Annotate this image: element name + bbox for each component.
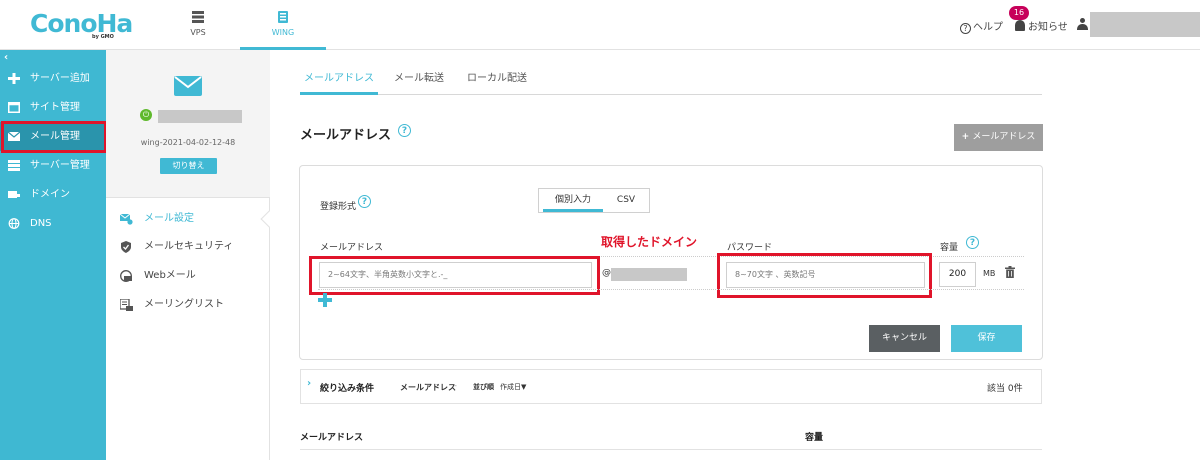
wing-icon	[278, 11, 288, 23]
add-row-plus-icon[interactable]	[318, 293, 332, 307]
sidebar-item-site[interactable]: サイト管理	[0, 93, 106, 122]
mail-tabs: メールアドレス メール転送 ローカル配送	[300, 70, 1042, 95]
topnav-vps-label: VPS	[190, 28, 206, 37]
mail-settings-icon	[120, 213, 133, 225]
row-divider	[318, 289, 1024, 290]
registration-mode-switch: 個別入力 CSV	[538, 188, 650, 213]
list-col-capacity: 容量	[805, 433, 824, 443]
help-icon: ?	[960, 23, 971, 34]
sidebar-item-label: ドメイン	[30, 189, 70, 200]
help-label: ヘルプ	[973, 22, 1003, 33]
submenu-mail-security[interactable]: メールセキュリティ	[120, 237, 260, 257]
shield-check-icon	[121, 241, 131, 253]
save-button[interactable]: 保存	[951, 325, 1022, 352]
capacity-input[interactable]: 200	[939, 262, 976, 287]
domain-redacted	[611, 268, 687, 281]
sidebar: ‹ サーバー追加 サイト管理 メール管理 サーバー管理 ドメイン DNS	[0, 50, 106, 460]
sidebar-item-label: DNS	[30, 218, 52, 229]
registration-label: 登録形式	[320, 202, 357, 212]
user-name-redacted[interactable]	[1090, 12, 1200, 37]
mode-csv[interactable]: CSV	[605, 189, 647, 212]
server-icon	[8, 160, 20, 171]
filter-field: メールアドレス	[400, 383, 456, 392]
address-column-label: メールアドレス	[320, 243, 384, 253]
sidebar-item-label: サイト管理	[30, 102, 80, 113]
topnav-wing-label: WING	[271, 28, 295, 37]
filter-dash: -	[454, 381, 457, 390]
trash-icon[interactable]	[1005, 266, 1015, 278]
sort-label: 並び順	[473, 383, 494, 391]
sidebar-item-label: サーバー管理	[30, 160, 90, 171]
envelope-icon	[174, 76, 202, 96]
password-input[interactable]: 8~70文字 、英数記号	[726, 262, 925, 288]
notice-label: お知らせ	[1028, 22, 1068, 33]
page-title: メールアドレス	[300, 128, 392, 143]
topnav-vps[interactable]: VPS	[155, 0, 241, 50]
submenu-label: メーリングリスト	[144, 299, 224, 310]
submenu-label: メールセキュリティ	[144, 241, 234, 252]
tab-local-delivery[interactable]: ローカル配送	[462, 70, 532, 95]
switch-button[interactable]: 切り替え	[160, 158, 217, 174]
filter-title: 絞り込み条件	[320, 384, 375, 394]
topnav-wing[interactable]: WING	[240, 0, 326, 50]
mail-menu-highlight	[1, 121, 107, 153]
capacity-help-icon[interactable]: ?	[966, 236, 979, 249]
domain-icon	[8, 191, 20, 198]
tab-mail-forward[interactable]: メール転送	[388, 70, 450, 95]
registration-help-icon[interactable]: ?	[358, 195, 371, 208]
submenu-label: Webメール	[144, 270, 196, 281]
result-count: 該当 0件	[987, 384, 1023, 394]
plus-icon	[8, 73, 20, 84]
submenu-mailing-list[interactable]: メーリングリスト	[120, 295, 260, 315]
mailing-list-icon	[120, 299, 133, 311]
at-sign: @	[602, 268, 611, 278]
mail-address-input[interactable]: 2~64文字、半角英数小文字と.-_	[319, 262, 592, 288]
sidebar-item-server-add[interactable]: サーバー追加	[0, 64, 106, 93]
logo-text: ConoHa	[30, 9, 133, 38]
power-icon: ⏻	[140, 109, 152, 121]
annotation-domain-label: 取得したドメイン	[601, 235, 698, 249]
user-icon[interactable]	[1077, 18, 1088, 30]
capacity-column-label: 容量	[940, 243, 959, 253]
logo-sub: by GMO	[92, 34, 114, 40]
sidebar-item-domain[interactable]: ドメイン	[0, 180, 106, 209]
notice-link[interactable]: お知らせ	[1015, 18, 1068, 33]
list-col-address: メールアドレス	[300, 433, 364, 443]
conoha-logo[interactable]: ConoHa by GMO	[30, 9, 133, 41]
cancel-button[interactable]: キャンセル	[869, 325, 940, 352]
globe-icon	[8, 218, 20, 229]
submenu-label: メール設定	[144, 213, 194, 224]
title-help-icon[interactable]: ?	[398, 124, 411, 137]
plus-icon: +	[961, 132, 973, 142]
help-link[interactable]: ? ヘルプ	[960, 18, 1003, 34]
site-icon	[8, 102, 20, 113]
webmail-icon	[120, 270, 132, 282]
active-indicator	[260, 210, 278, 228]
bell-icon	[1015, 20, 1025, 31]
server-label-redacted	[158, 110, 242, 123]
sort-value[interactable]: 作成日▼	[500, 382, 526, 392]
server-name: wing-2021-04-02-12-48	[140, 138, 236, 147]
sidebar-item-label: サーバー追加	[30, 73, 90, 84]
list-header	[300, 425, 1042, 450]
password-column-label: パスワード	[727, 243, 773, 253]
server-icon	[192, 11, 204, 23]
chevron-right-icon[interactable]: ›	[307, 378, 311, 389]
add-button-label: メールアドレス	[972, 132, 1036, 142]
sidebar-item-dns[interactable]: DNS	[0, 209, 106, 238]
mode-individual[interactable]: 個別入力	[543, 189, 603, 212]
submenu-webmail[interactable]: Webメール	[120, 266, 260, 286]
capacity-unit: MB	[983, 269, 996, 278]
top-bar: ConoHa by GMO VPS WING ? ヘルプ 16 お知らせ	[0, 0, 1200, 50]
sidebar-item-server[interactable]: サーバー管理	[0, 151, 106, 180]
tab-mail-address[interactable]: メールアドレス	[300, 70, 378, 95]
server-panel-header: ⏻ wing-2021-04-02-12-48 切り替え	[106, 50, 270, 198]
sidebar-collapse-icon[interactable]: ‹	[4, 52, 8, 63]
server-panel: ⏻ wing-2021-04-02-12-48 切り替え メール設定 メールセキ…	[106, 50, 278, 460]
submenu-mail-settings[interactable]: メール設定	[120, 209, 260, 229]
add-mail-address-button[interactable]: + メールアドレス	[954, 124, 1043, 151]
